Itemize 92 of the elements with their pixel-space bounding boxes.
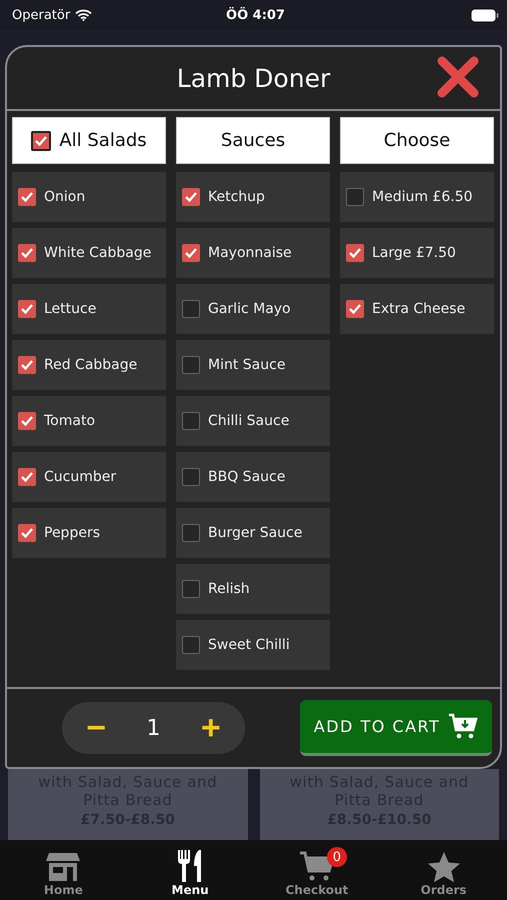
check-icon (20, 470, 34, 484)
cart-icon (448, 712, 478, 740)
option-row[interactable]: Mayonnaise (176, 228, 330, 278)
option-label: Onion (44, 189, 86, 205)
tab-bar-item[interactable]: Home (0, 840, 127, 900)
checkbox[interactable] (182, 468, 200, 486)
checkbox[interactable] (18, 524, 36, 542)
option-label: Red Cabbage (44, 357, 138, 373)
option-row[interactable]: Red Cabbage (12, 340, 166, 390)
checkbox[interactable] (18, 300, 36, 318)
option-row[interactable]: Large £7.50 (340, 228, 494, 278)
count-badge: 0 (326, 847, 347, 867)
option-row[interactable]: White Cabbage (12, 228, 166, 278)
option-label: BBQ Sauce (208, 469, 286, 485)
check-icon (34, 134, 48, 148)
option-row[interactable]: Burger Sauce (176, 508, 330, 558)
checkbox[interactable] (31, 130, 52, 150)
option-row[interactable]: Onion (12, 172, 166, 222)
option-row[interactable]: Tomato (12, 396, 166, 446)
checkbox[interactable] (182, 356, 200, 374)
carrier-name: Operatör (12, 8, 70, 22)
option-row[interactable]: Peppers (12, 508, 166, 558)
check-icon (184, 246, 198, 260)
checkbox[interactable] (182, 524, 200, 542)
check-icon (20, 526, 34, 540)
option-row[interactable]: Relish (176, 564, 330, 614)
column-header: Sauces (176, 117, 330, 164)
store-icon (45, 851, 82, 883)
star-icon (426, 851, 461, 883)
option-row[interactable]: Extra Cheese (340, 284, 494, 334)
wifi-icon (75, 9, 92, 21)
checkbox[interactable] (182, 300, 200, 318)
checkbox[interactable] (182, 188, 200, 206)
column-header: Choose (340, 117, 494, 164)
option-row[interactable]: Medium £6.50 (340, 172, 494, 222)
checkbox[interactable] (346, 244, 364, 262)
option-label: Mayonnaise (208, 245, 292, 261)
checkbox[interactable] (182, 580, 200, 598)
checkbox[interactable] (18, 468, 36, 486)
dialog-title: Lamb Doner (176, 64, 330, 92)
option-row[interactable]: BBQ Sauce (176, 452, 330, 502)
checkbox[interactable] (18, 244, 36, 262)
checkbox[interactable] (18, 356, 36, 374)
checkbox[interactable] (18, 188, 36, 206)
option-label: Chilli Sauce (208, 413, 290, 429)
option-label: White Cabbage (44, 245, 152, 261)
option-row[interactable]: Garlic Mayo (176, 284, 330, 334)
close-icon[interactable] (436, 55, 480, 99)
option-label: Tomato (44, 413, 96, 429)
cart-icon (298, 851, 335, 883)
option-row[interactable]: Mint Sauce (176, 340, 330, 390)
checkbox[interactable] (182, 244, 200, 262)
option-row[interactable]: Cucumber (12, 452, 166, 502)
checkbox[interactable] (182, 412, 200, 430)
tab-bar-item[interactable]: 0 Checkout (254, 840, 380, 900)
check-icon (20, 358, 34, 372)
option-label: Mint Sauce (208, 357, 286, 373)
check-icon (184, 190, 198, 204)
tab-bar-item[interactable]: Menu (126, 840, 254, 900)
check-icon (348, 302, 362, 316)
option-row[interactable]: Sweet Chilli (176, 620, 330, 670)
battery-icon (471, 8, 499, 22)
add-to-cart-button[interactable]: ADD TO CART (300, 700, 492, 756)
decrease-button[interactable]: − (78, 711, 114, 745)
status-time: ÖÖ 4:07 (226, 8, 285, 22)
option-label: Cucumber (44, 469, 116, 485)
option-label: Lettuce (44, 301, 96, 317)
checkbox[interactable] (346, 188, 364, 206)
option-row[interactable]: Lettuce (12, 284, 166, 334)
check-icon (20, 190, 34, 204)
checkbox[interactable] (346, 300, 364, 318)
option-row[interactable]: Ketchup (176, 172, 330, 222)
check-icon (20, 302, 34, 316)
checkbox[interactable] (18, 412, 36, 430)
increase-button[interactable]: + (192, 711, 229, 745)
option-label: Medium £6.50 (372, 189, 473, 205)
tab-bar-item[interactable]: Orders (380, 840, 507, 900)
option-label: Large £7.50 (372, 245, 456, 261)
check-icon (20, 414, 34, 428)
option-label: Garlic Mayo (208, 301, 291, 317)
check-icon (20, 246, 34, 260)
option-label: Ketchup (208, 189, 265, 205)
option-label: Sweet Chilli (208, 637, 290, 653)
option-label: Peppers (44, 525, 100, 541)
option-label: Extra Cheese (372, 301, 466, 317)
quantity-value: 1 (146, 716, 160, 740)
checkbox[interactable] (182, 636, 200, 654)
option-label: Relish (208, 581, 250, 597)
option-label: Burger Sauce (208, 525, 302, 541)
check-icon (348, 246, 362, 260)
option-row[interactable]: Chilli Sauce (176, 396, 330, 446)
column-header[interactable]: All Salads (12, 117, 166, 164)
